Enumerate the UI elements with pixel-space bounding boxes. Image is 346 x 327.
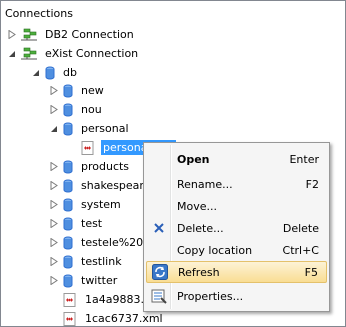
tree-item-collection[interactable]: system bbox=[49, 195, 123, 214]
collapse-arrow-icon[interactable] bbox=[49, 124, 59, 134]
collection-icon bbox=[63, 160, 73, 174]
tree-item-label: eXist Connection bbox=[45, 47, 139, 60]
expand-arrow-icon[interactable] bbox=[49, 276, 59, 286]
menu-item-label: Move... bbox=[177, 199, 217, 213]
menu-item-label: Copy location bbox=[177, 243, 253, 257]
menu-item-rename[interactable]: Rename... F2 bbox=[146, 173, 327, 195]
tree-item-collection[interactable]: nou bbox=[49, 100, 104, 119]
menu-item-open[interactable]: Open Enter bbox=[146, 148, 327, 170]
collection-icon bbox=[63, 198, 73, 212]
expand-arrow-icon[interactable] bbox=[49, 238, 59, 248]
collection-icon bbox=[63, 236, 73, 250]
menu-item-shortcut: Enter bbox=[289, 152, 319, 166]
menu-item-shortcut: F2 bbox=[305, 177, 319, 191]
tree-item-label: new bbox=[81, 84, 104, 97]
xml-file-icon bbox=[63, 292, 77, 307]
tree-item-label: db bbox=[63, 66, 77, 79]
connection-icon bbox=[21, 47, 37, 61]
collection-icon bbox=[63, 274, 73, 288]
delete-icon bbox=[146, 222, 172, 234]
expand-arrow-icon[interactable] bbox=[7, 30, 17, 40]
expand-arrow-icon[interactable] bbox=[49, 200, 59, 210]
tree-item-label: DB2 Connection bbox=[45, 28, 134, 41]
menu-item-label: Delete... bbox=[177, 221, 224, 235]
menu-item-label: Refresh bbox=[178, 265, 220, 279]
tree-item-label: shakespeare bbox=[81, 179, 151, 192]
context-menu: Open Enter Rename... F2 Move... Delete..… bbox=[143, 142, 330, 312]
collection-icon bbox=[63, 84, 73, 98]
panel-title: Connections bbox=[5, 7, 73, 20]
collection-icon bbox=[63, 179, 73, 193]
tree-item-label: test bbox=[81, 217, 103, 230]
connection-icon bbox=[21, 28, 37, 42]
refresh-icon bbox=[147, 264, 173, 280]
collection-icon bbox=[63, 122, 73, 136]
menu-item-shortcut: Delete bbox=[282, 221, 319, 235]
xml-file-icon bbox=[63, 311, 77, 326]
tree-item-label: 1cac6737.xml bbox=[85, 312, 163, 325]
xml-file-icon bbox=[81, 140, 95, 155]
tree-item-db2-connection[interactable]: DB2 Connection bbox=[7, 25, 136, 44]
tree-item-exist-connection[interactable]: eXist Connection bbox=[7, 44, 140, 63]
tree-item-collection[interactable]: personal bbox=[49, 119, 131, 138]
tree-item-collection[interactable]: test bbox=[49, 214, 104, 233]
tree-item-label: personal bbox=[81, 122, 129, 135]
menu-item-move[interactable]: Move... bbox=[146, 195, 327, 217]
properties-icon bbox=[146, 288, 172, 304]
tree-item-collection[interactable]: products bbox=[49, 157, 131, 176]
expand-arrow-icon[interactable] bbox=[49, 105, 59, 115]
expand-arrow-icon[interactable] bbox=[49, 181, 59, 191]
collection-icon bbox=[63, 255, 73, 269]
tree-item-collection[interactable]: testlink bbox=[49, 252, 124, 271]
tree-item-collection[interactable]: new bbox=[49, 81, 106, 100]
expand-arrow-icon[interactable] bbox=[49, 219, 59, 229]
tree-item-collection[interactable]: shakespeare bbox=[49, 176, 152, 195]
expand-arrow-icon[interactable] bbox=[49, 257, 59, 267]
tree-item-db[interactable]: db bbox=[31, 63, 79, 82]
collapse-arrow-icon[interactable] bbox=[31, 68, 41, 78]
collapse-arrow-icon[interactable] bbox=[7, 49, 17, 59]
menu-item-delete[interactable]: Delete... Delete bbox=[146, 217, 327, 239]
tree-item-collection[interactable]: twitter bbox=[49, 271, 119, 290]
tree-item-label: twitter bbox=[81, 274, 118, 287]
tree-item-label: nou bbox=[81, 103, 102, 116]
expand-arrow-icon[interactable] bbox=[49, 86, 59, 96]
tree-item-label: system bbox=[81, 198, 121, 211]
collection-icon bbox=[63, 217, 73, 231]
menu-item-properties[interactable]: Properties... bbox=[146, 285, 327, 307]
menu-item-shortcut: Ctrl+C bbox=[282, 243, 319, 257]
menu-item-refresh[interactable]: Refresh F5 bbox=[146, 261, 327, 283]
menu-item-label: Open bbox=[177, 152, 210, 166]
menu-item-shortcut: F5 bbox=[304, 265, 318, 279]
database-icon bbox=[45, 66, 55, 80]
expand-arrow-icon[interactable] bbox=[49, 162, 59, 172]
menu-item-label: Rename... bbox=[177, 177, 233, 191]
menu-item-copy-location[interactable]: Copy location Ctrl+C bbox=[146, 239, 327, 261]
tree-item-label: products bbox=[81, 160, 130, 173]
tree-item-collection[interactable]: testele%20m bbox=[49, 233, 156, 252]
tree-item-label: testlink bbox=[81, 255, 122, 268]
menu-item-label: Properties... bbox=[177, 289, 244, 303]
collection-icon bbox=[63, 103, 73, 117]
